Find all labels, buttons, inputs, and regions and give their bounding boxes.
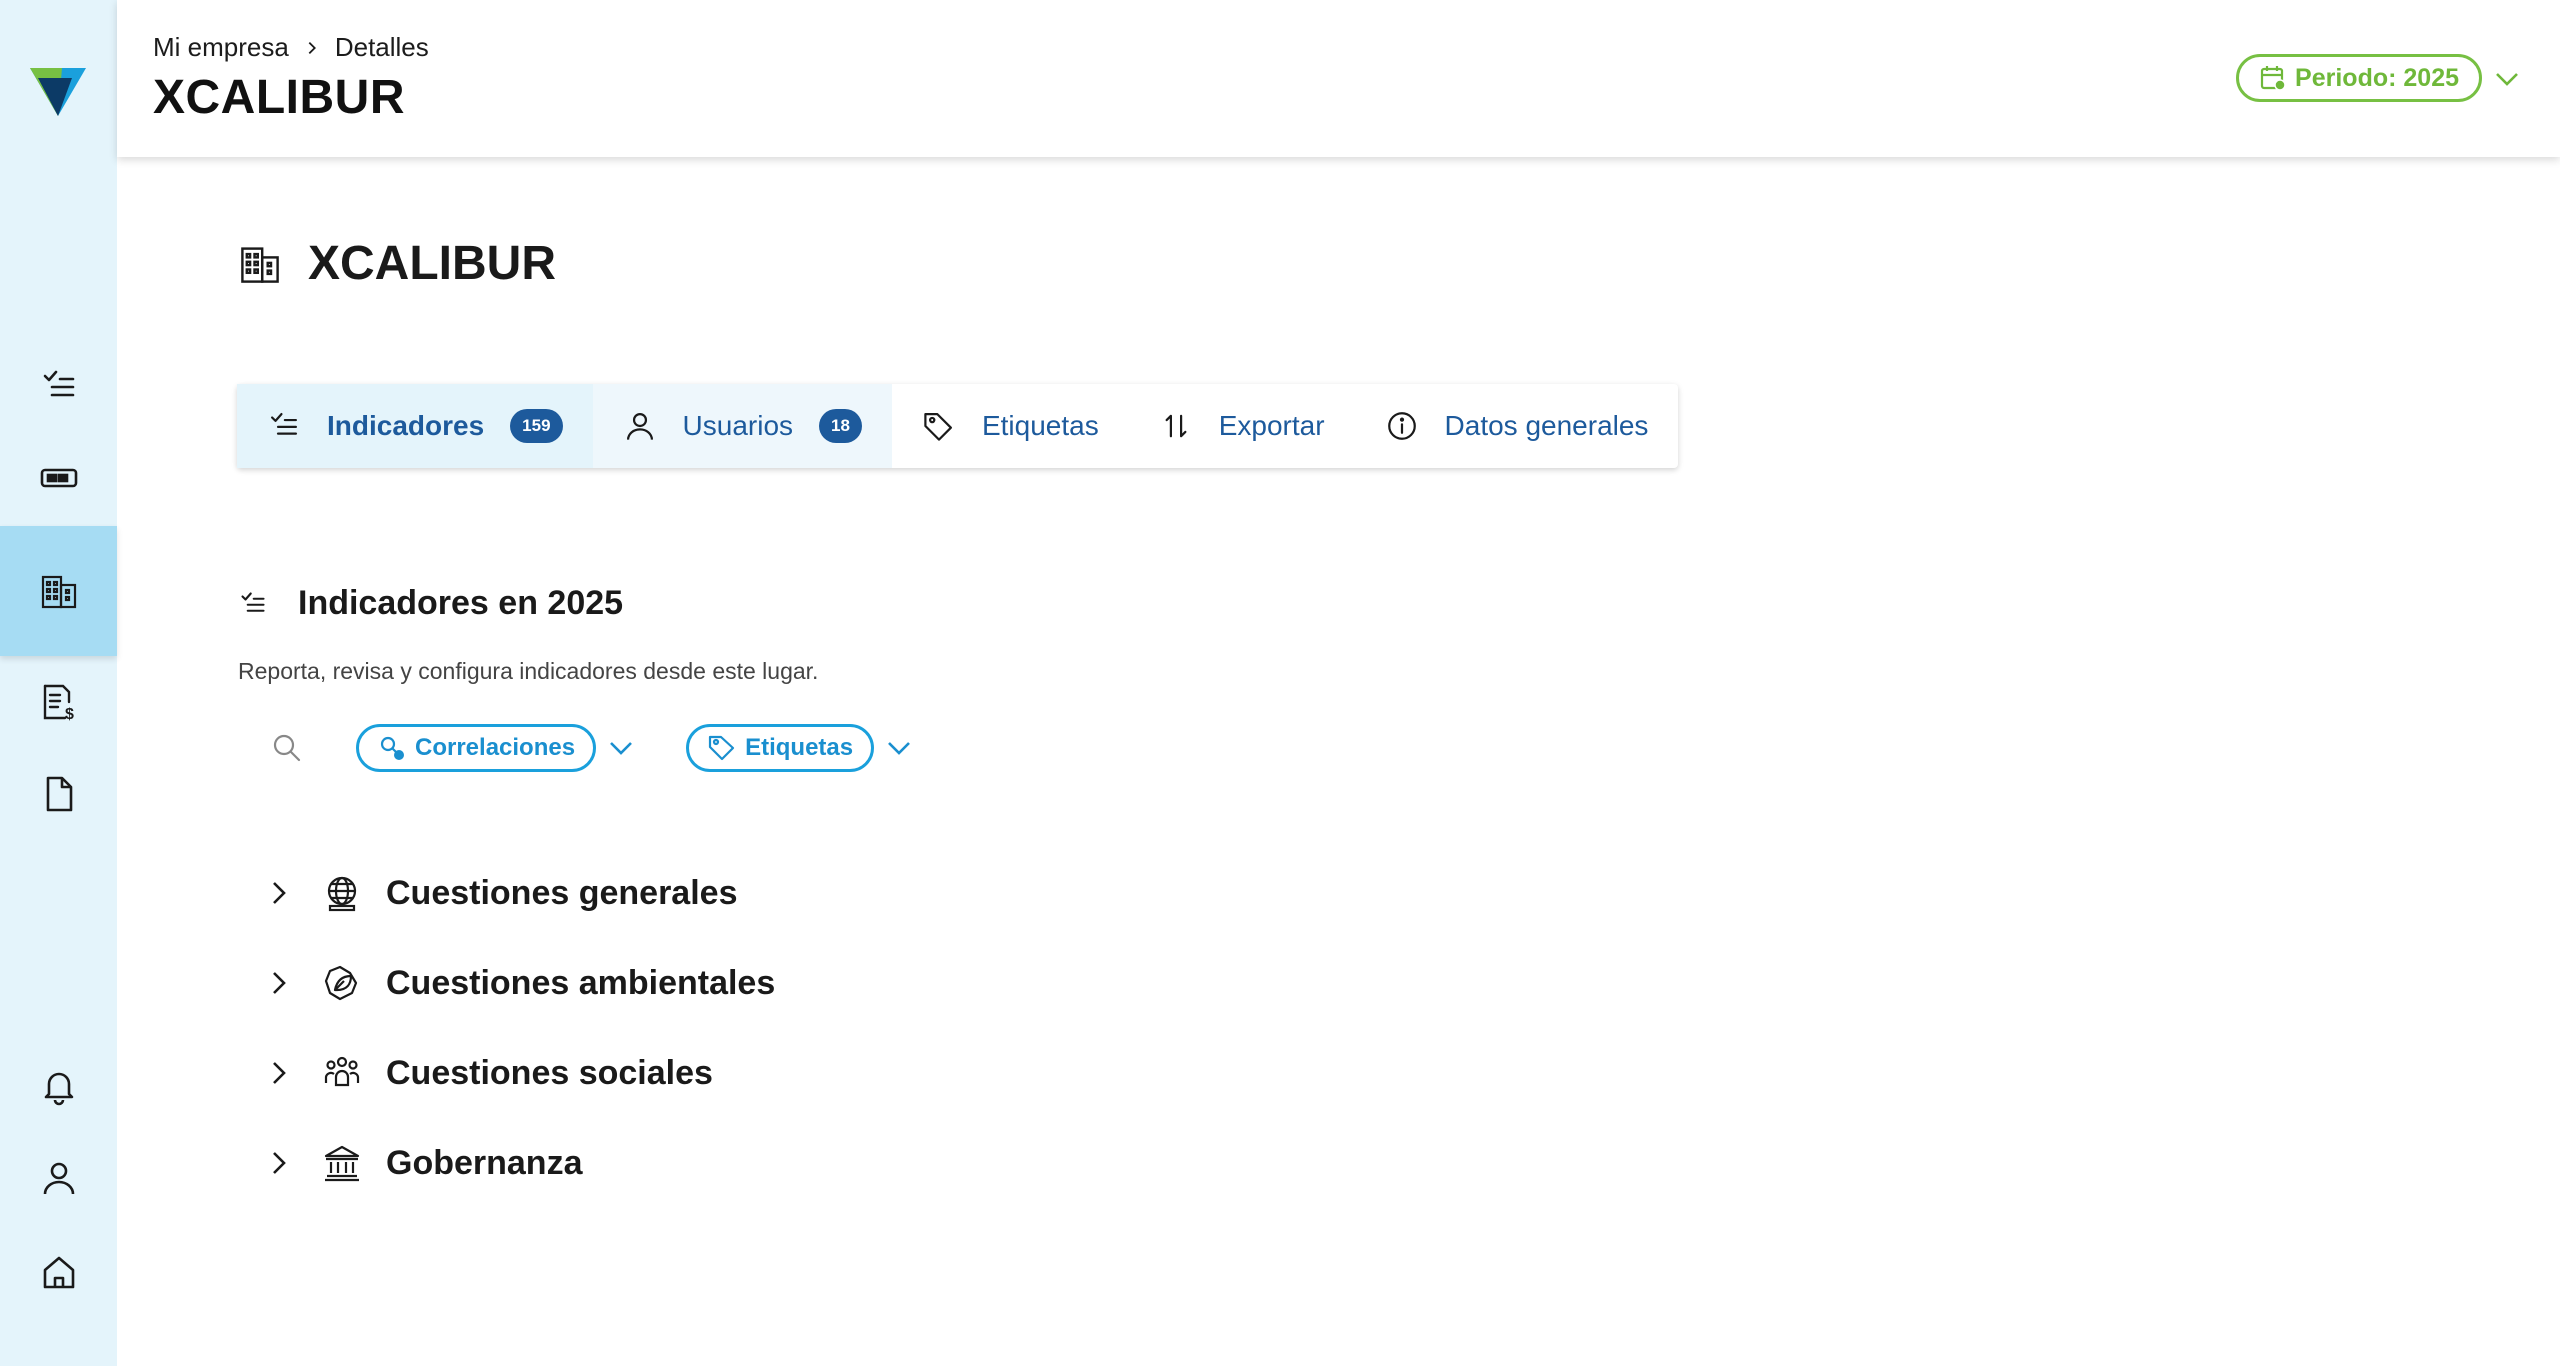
bell-icon: [44, 1072, 73, 1106]
period-label: Periodo: 2025: [2295, 63, 2459, 92]
category-label: Gobernanza: [386, 1143, 583, 1182]
tab-label: Indicadores: [327, 410, 485, 441]
period-selector[interactable]: Periodo: 2025: [2236, 54, 2482, 102]
count-badge: 18: [819, 409, 862, 443]
count-badge: 159: [510, 409, 563, 443]
info-icon: [1387, 412, 1416, 440]
chevron-down-icon[interactable]: [2492, 64, 2522, 94]
chip-label: Correlaciones: [415, 734, 576, 761]
app-logo[interactable]: [28, 64, 88, 118]
sidebar-item-indicators[interactable]: [0, 346, 117, 426]
category-environmental[interactable]: Cuestiones ambientales: [264, 938, 775, 1028]
checklist-icon: [270, 412, 298, 435]
card-icon: [40, 468, 77, 488]
page-title: XCALIBUR: [153, 71, 405, 124]
section-subtitle: Reporta, revisa y configura indicadores …: [238, 658, 819, 684]
building-icon: [41, 575, 76, 609]
category-label: Cuestiones ambientales: [386, 963, 776, 1002]
tab-label: Exportar: [1218, 410, 1325, 441]
breadcrumb-item-company[interactable]: Mi empresa: [153, 32, 289, 63]
sidebar-item-home[interactable]: [0, 1232, 117, 1312]
tab-tags[interactable]: Etiquetas: [892, 384, 1129, 468]
calendar-icon: [2260, 66, 2286, 91]
category-general[interactable]: Cuestiones generales: [264, 848, 775, 938]
chevron-down-icon[interactable]: [604, 731, 638, 765]
category-label: Cuestiones sociales: [386, 1053, 713, 1092]
company-heading: XCALIBUR: [238, 236, 556, 291]
chevron-right-icon[interactable]: [264, 968, 294, 998]
home-icon: [43, 1256, 74, 1289]
tags-filter[interactable]: Etiquetas: [686, 724, 875, 772]
tag-icon: [708, 735, 735, 761]
globe-icon: [327, 876, 357, 912]
tab-users[interactable]: Usuarios 18: [592, 384, 892, 468]
sidebar-item-profile[interactable]: [0, 1138, 117, 1218]
user-icon: [626, 412, 653, 440]
chevron-right-icon[interactable]: [264, 1058, 294, 1088]
tab-bar: Indicadores 159 Usuarios 18 Etiquetas Ex…: [237, 384, 1679, 468]
checklist-icon: [241, 591, 265, 612]
breadcrumb: Mi empresa Detalles: [153, 32, 429, 63]
tab-label: Datos generales: [1444, 410, 1649, 441]
invoice-icon: $: [43, 684, 74, 722]
tab-general-data[interactable]: Datos generales: [1355, 384, 1679, 468]
tab-export[interactable]: Exportar: [1129, 384, 1355, 468]
checklist-icon: [43, 370, 74, 397]
sidebar: $: [0, 0, 117, 1366]
chevron-right-icon[interactable]: [264, 1148, 294, 1178]
category-social[interactable]: Cuestiones sociales: [264, 1028, 775, 1118]
sort-arrows-icon: [1165, 414, 1187, 438]
tab-indicators[interactable]: Indicadores 159: [237, 384, 593, 468]
category-label: Cuestiones generales: [386, 873, 738, 912]
correlation-icon: [380, 736, 404, 760]
chevron-down-icon[interactable]: [882, 731, 916, 765]
sidebar-item-notifications[interactable]: [0, 1046, 117, 1126]
user-icon: [43, 1162, 74, 1195]
top-header: Mi empresa Detalles XCALIBUR Periodo: 20…: [117, 0, 2560, 157]
category-list: Cuestiones generales Cuestiones ambienta…: [264, 848, 775, 1208]
category-governance[interactable]: Gobernanza: [264, 1118, 775, 1208]
tab-label: Etiquetas: [981, 410, 1099, 441]
company-name: XCALIBUR: [308, 237, 556, 290]
sidebar-item-card[interactable]: [0, 438, 117, 518]
correlations-filter[interactable]: Correlaciones: [356, 724, 597, 772]
chip-label: Etiquetas: [745, 734, 854, 761]
people-icon: [324, 1056, 360, 1087]
sidebar-item-company[interactable]: [0, 526, 117, 656]
tag-icon: [924, 412, 952, 441]
sidebar-item-documents[interactable]: [0, 754, 117, 834]
chevron-right-icon[interactable]: [264, 878, 294, 908]
institution-icon: [324, 1145, 360, 1182]
filter-bar: Correlaciones Etiquetas: [270, 722, 916, 774]
breadcrumb-item-details: Detalles: [334, 32, 429, 62]
search-icon[interactable]: [270, 731, 304, 765]
section-title: Indicadores en 2025: [298, 584, 624, 622]
chevron-right-icon: [308, 41, 316, 54]
building-icon: [241, 246, 279, 283]
leaf-icon: [324, 965, 358, 1001]
sidebar-item-billing[interactable]: $: [0, 662, 117, 742]
section-heading: Indicadores en 2025: [238, 584, 623, 623]
tab-label: Usuarios: [682, 410, 794, 441]
svg-text:$: $: [65, 706, 74, 722]
document-icon: [46, 776, 72, 812]
